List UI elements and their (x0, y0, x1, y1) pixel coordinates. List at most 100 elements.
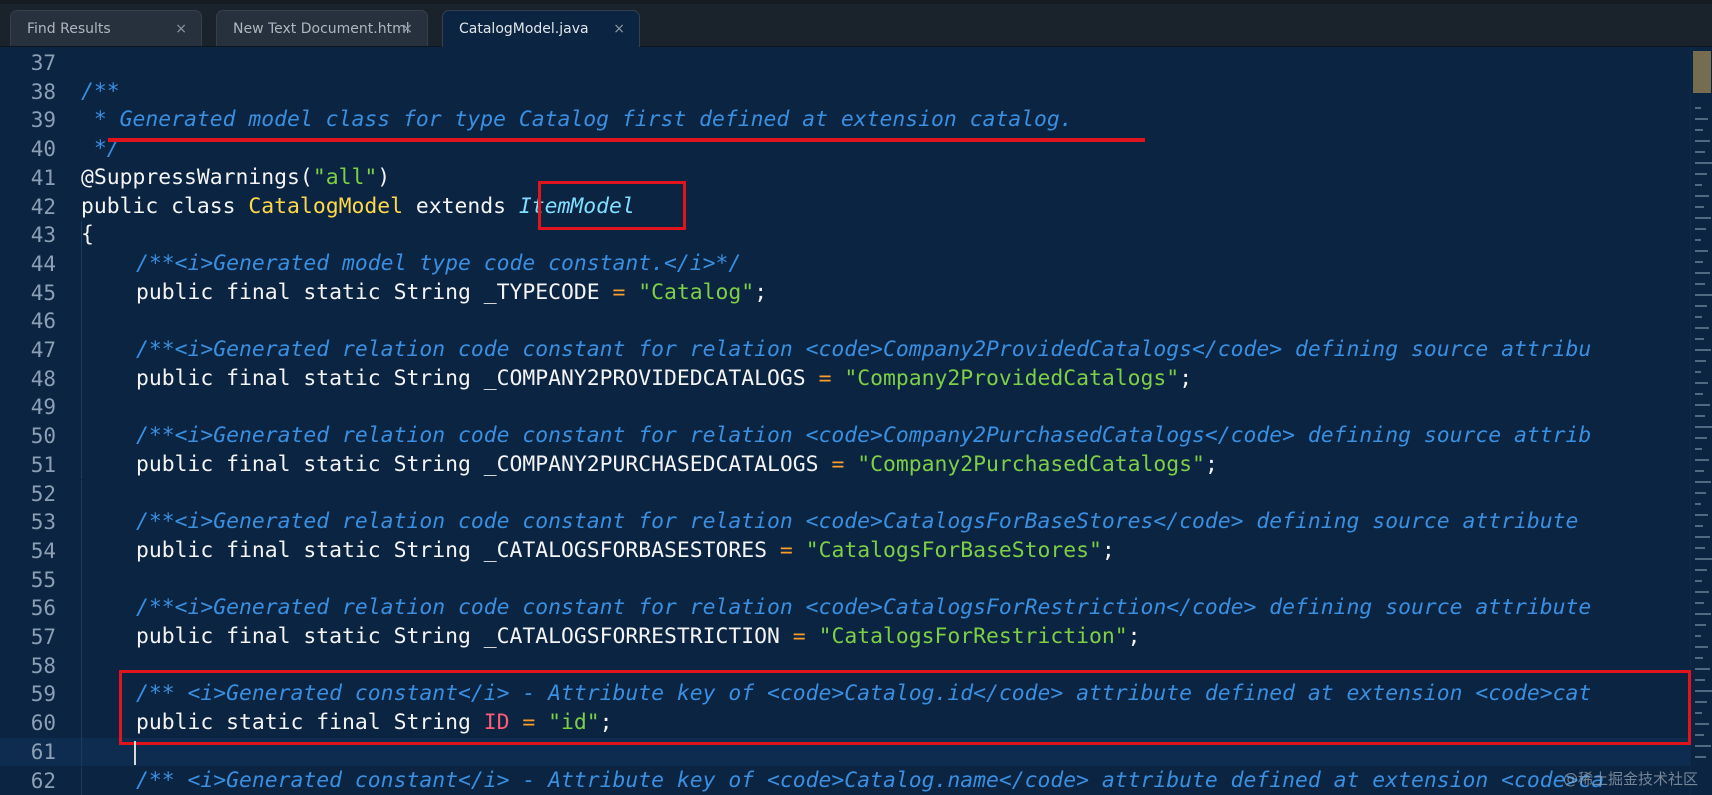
code-line[interactable]: 41 @SuppressWarnings("all") (0, 164, 1690, 193)
code-token: "CatalogsForRestriction" (818, 624, 1128, 649)
minimap-line (1695, 701, 1707, 703)
code-line[interactable]: 43 { (0, 221, 1690, 250)
code-token: CatalogModel (248, 193, 403, 219)
code-line[interactable]: 55 (0, 565, 1690, 595)
minimap-line (1695, 206, 1704, 208)
code-token: * Generated model class for type Catalog… (81, 107, 1073, 133)
minimap-line (1695, 492, 1706, 494)
minimap-line (1695, 250, 1708, 252)
minimap-line (1695, 569, 1707, 571)
code-token: ) (377, 164, 391, 190)
minimap-line (1695, 525, 1703, 527)
code-token: "Company2ProvidedCatalogs" (844, 365, 1180, 391)
code-line[interactable]: 47 /**<i>Generated relation code constant… (0, 336, 1690, 365)
code-line[interactable]: 39 * Generated model class for type Cata… (0, 106, 1690, 135)
code-token: /**<i>Generated model type code constant… (136, 250, 742, 276)
red-underline-annotation (108, 138, 1145, 142)
line-number: 62 (30, 768, 56, 793)
code-text: /**<i>Generated relation code constant f… (81, 508, 1591, 537)
line-number: 53 (30, 510, 56, 535)
tab-label: CatalogModel.java (459, 21, 589, 37)
line-number: 43 (30, 223, 56, 248)
line-number: 46 (30, 309, 56, 334)
minimap-line (1695, 679, 1705, 681)
code-line[interactable]: 50 /**<i>Generated relation code constant… (0, 422, 1690, 451)
code-line[interactable]: 38 /** (0, 78, 1690, 107)
minimap-line (1695, 514, 1708, 516)
code-line[interactable]: 44 /**<i>Generated model type code consta… (0, 249, 1690, 279)
minimap-line (1695, 371, 1701, 373)
minimap-viewport[interactable] (1693, 51, 1711, 93)
red-box-annotation-itemmodel (538, 181, 686, 230)
minimap-line (1695, 635, 1701, 637)
minimap-line (1695, 657, 1703, 659)
minimap-line (1695, 151, 1705, 153)
code-text: /**<i>Generated relation code constant f… (81, 422, 1591, 451)
code-token: = (818, 365, 832, 391)
tab-new-text-document[interactable]: New Text Document.html × (216, 10, 428, 46)
code-line[interactable]: 53 /**<i>Generated relation code constant… (0, 508, 1690, 537)
code-token: = (612, 279, 626, 305)
indent-guide (81, 393, 82, 423)
code-line[interactable]: 52 (0, 479, 1690, 509)
minimap[interactable] (1690, 47, 1712, 795)
code-line[interactable]: 51 public final static String _COMPANY2PU… (0, 450, 1690, 480)
minimap-line (1695, 580, 1702, 582)
code-token: = (779, 537, 793, 563)
code-token: /**<i>Generated relation code constant f… (136, 595, 1605, 621)
code-line[interactable]: 49 (0, 393, 1690, 423)
code-line[interactable]: 56 /**<i>Generated relation code constant… (0, 594, 1690, 623)
code-text: /** (81, 78, 120, 107)
minimap-line (1695, 668, 1710, 670)
code-text: public final static String _COMPANY2PROV… (81, 365, 1192, 394)
minimap-line (1695, 228, 1706, 230)
line-number: 52 (30, 481, 56, 506)
code-line[interactable]: 37 (0, 49, 1690, 78)
minimap-line (1695, 756, 1706, 758)
minimap-line (1695, 690, 1712, 692)
code-line[interactable]: 57 public final static String _CATALOGSFO… (0, 623, 1690, 652)
code-token: public final static String _COMPANY2PURC… (136, 451, 832, 477)
code-token: public final static String _COMPANY2PROV… (136, 365, 819, 391)
minimap-line (1695, 646, 1708, 648)
code-token: ; (1204, 451, 1218, 477)
indent-guide (81, 565, 82, 595)
line-number: 54 (30, 538, 56, 563)
minimap-line (1695, 217, 1711, 219)
code-token: /** <i>Generated constant</i> - Attribut… (136, 767, 1605, 793)
line-number: 51 (30, 452, 56, 477)
code-line[interactable]: 54 public final static String _CATALOGSFO… (0, 536, 1690, 566)
tab-close-icon[interactable]: × (175, 11, 187, 47)
code-text: @SuppressWarnings("all") (81, 164, 390, 193)
minimap-line (1695, 316, 1702, 318)
code-text: /**<i>Generated model type code constant… (81, 250, 741, 279)
line-number: 44 (30, 251, 56, 276)
minimap-line (1695, 129, 1703, 131)
code-text: /** <i>Generated constant</i> - Attribut… (81, 767, 1604, 795)
code-token: ; (1127, 624, 1141, 649)
minimap-line (1695, 195, 1709, 197)
tab-close-icon[interactable]: × (401, 11, 413, 47)
code-token: /**<i>Generated relation code constant f… (136, 337, 1592, 362)
code-line[interactable]: 48 public final static String _COMPANY2PR… (0, 364, 1690, 394)
code-line[interactable]: 62 /** <i>Generated constant</i> - Attrib… (0, 766, 1690, 795)
red-box-annotation-id-constant (119, 670, 1691, 745)
watermark: @稀土掘金技术社区 (1562, 770, 1698, 788)
code-line[interactable]: 45 public final static String _TYPECODE =… (0, 278, 1690, 308)
line-number: 38 (30, 79, 56, 104)
tab-catalogmodel-java[interactable]: CatalogModel.java × (442, 10, 640, 47)
indent-guide (81, 737, 82, 767)
line-number: 60 (30, 711, 56, 736)
minimap-line (1695, 327, 1709, 329)
code-line[interactable]: 42 public class CatalogModel extends Item… (0, 193, 1690, 222)
tab-find-results[interactable]: Find Results × (10, 10, 202, 46)
tab-close-icon[interactable]: × (613, 11, 625, 47)
code-line[interactable]: 46 (0, 307, 1690, 336)
code-text: * Generated model class for type Catalog… (81, 106, 1073, 135)
code-token: { (81, 222, 94, 248)
